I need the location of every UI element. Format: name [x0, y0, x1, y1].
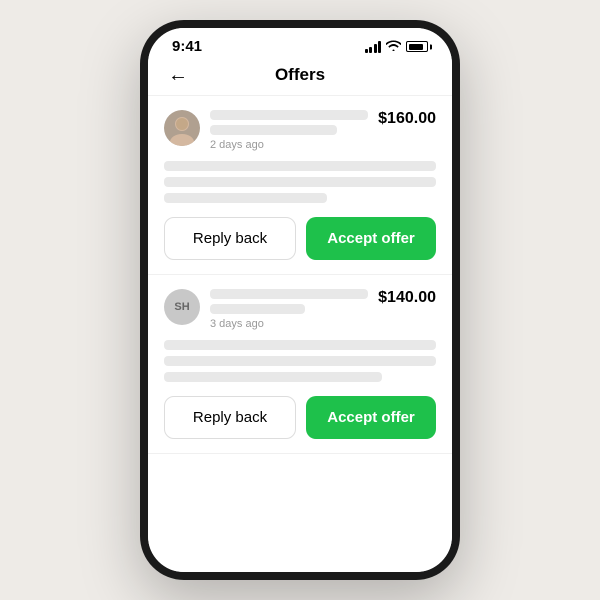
offer-timestamp-1: 2 days ago — [210, 139, 368, 151]
offer-body-skeletons-1 — [164, 161, 436, 203]
button-row-2: Reply back Accept offer — [164, 396, 436, 439]
status-bar: 9:41 — [148, 28, 452, 59]
offer-header-1: 2 days ago $160.00 — [164, 110, 436, 151]
reply-back-button-2[interactable]: Reply back — [164, 396, 296, 439]
accept-offer-button-1[interactable]: Accept offer — [306, 217, 436, 260]
reply-back-button-1[interactable]: Reply back — [164, 217, 296, 260]
phone-frame: 9:41 ← Offers — [140, 20, 460, 580]
offer-price-1: $160.00 — [378, 110, 436, 128]
nav-bar: ← Offers — [148, 59, 452, 96]
wifi-icon — [386, 40, 401, 54]
skeleton-line — [210, 304, 305, 314]
battery-icon — [406, 41, 428, 52]
offer-timestamp-2: 3 days ago — [210, 318, 368, 330]
skeleton-line — [210, 125, 337, 135]
offer-card-1: 2 days ago $160.00 Reply back Accept off… — [148, 96, 452, 275]
skeleton-line — [210, 289, 368, 299]
skeleton-lines-1 — [210, 110, 368, 135]
offer-body-skeletons-2 — [164, 340, 436, 382]
offer-content-1: 2 days ago — [210, 110, 368, 151]
status-time: 9:41 — [172, 38, 202, 55]
offer-header-2: SH 3 days ago $140.00 — [164, 289, 436, 330]
signal-icon — [365, 41, 382, 53]
avatar-1 — [164, 110, 200, 146]
offer-price-2: $140.00 — [378, 289, 436, 307]
back-button[interactable]: ← — [168, 64, 188, 87]
skeleton-line — [164, 340, 436, 350]
avatar-2: SH — [164, 289, 200, 325]
page-title: Offers — [275, 65, 325, 85]
offer-left-2: SH 3 days ago — [164, 289, 368, 330]
offer-card-2: SH 3 days ago $140.00 Reply — [148, 275, 452, 454]
skeleton-line — [164, 161, 436, 171]
skeleton-line — [164, 372, 382, 382]
button-row-1: Reply back Accept offer — [164, 217, 436, 260]
status-icons — [365, 40, 429, 54]
content-area: 2 days ago $160.00 Reply back Accept off… — [148, 96, 452, 572]
skeleton-lines-2 — [210, 289, 368, 314]
offer-left-1: 2 days ago — [164, 110, 368, 151]
skeleton-line — [164, 356, 436, 366]
skeleton-line — [164, 193, 327, 203]
skeleton-line — [164, 177, 436, 187]
accept-offer-button-2[interactable]: Accept offer — [306, 396, 436, 439]
skeleton-line — [210, 110, 368, 120]
offer-content-2: 3 days ago — [210, 289, 368, 330]
